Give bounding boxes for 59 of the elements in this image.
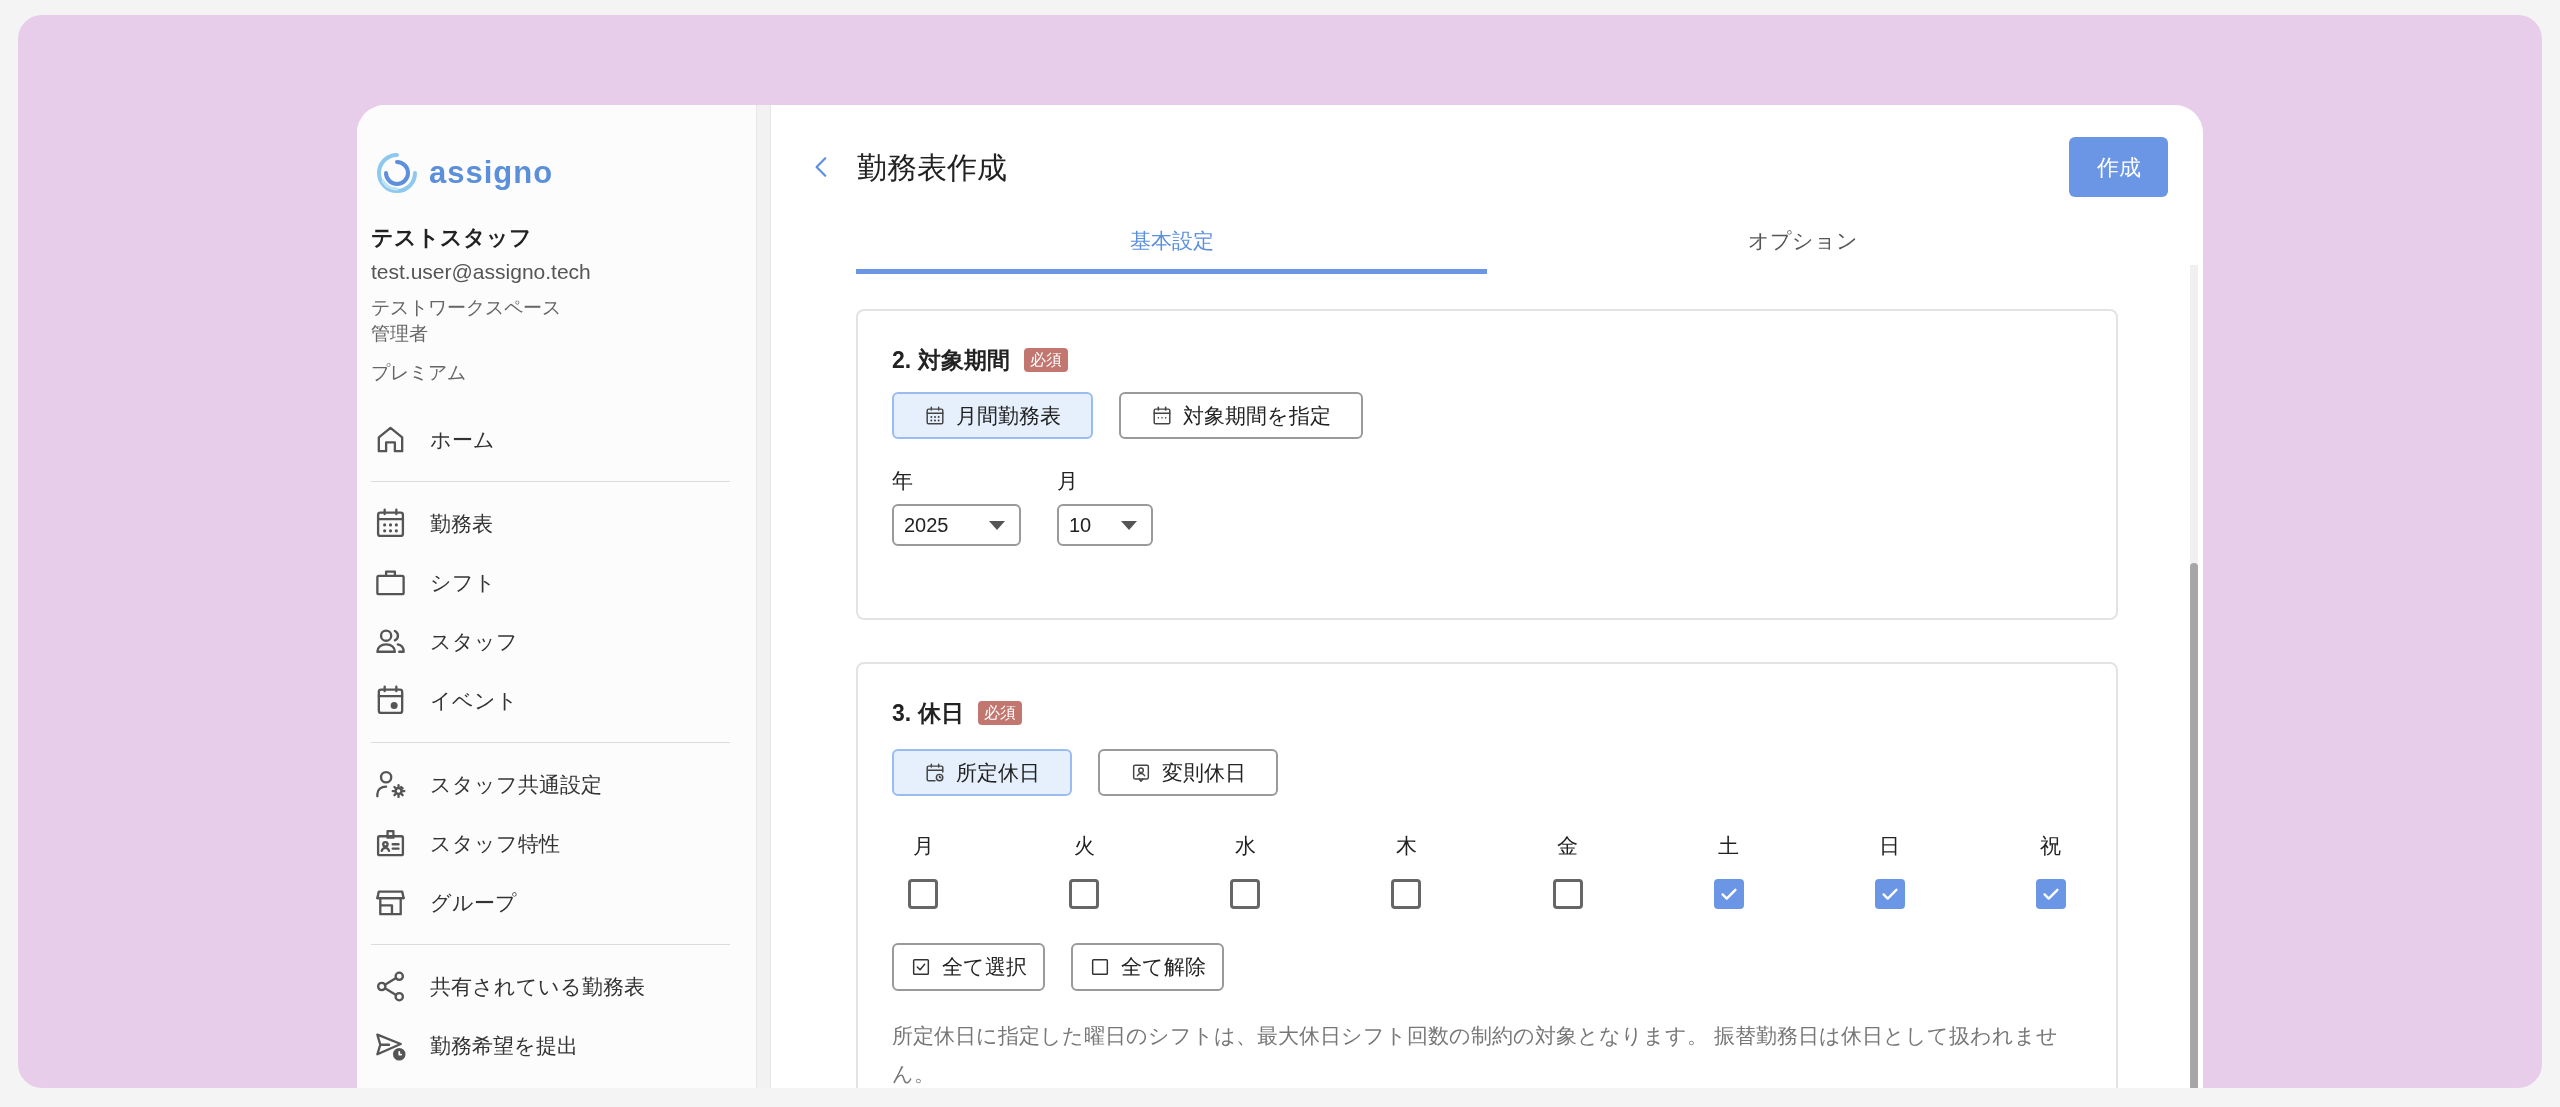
nav-item[interactable]: ホーム xyxy=(371,410,730,469)
user-email: test.user@assigno.tech xyxy=(371,259,592,285)
mode-button[interactable]: 変則休日 xyxy=(1098,749,1278,796)
checkbox[interactable] xyxy=(1069,879,1100,909)
calendar-icon xyxy=(924,404,946,427)
checkbox[interactable] xyxy=(1230,879,1261,909)
select-all-button[interactable]: 全て選択 xyxy=(892,943,1045,991)
nav-item[interactable]: 勤務表 xyxy=(371,494,730,553)
badge-person-icon xyxy=(1130,761,1152,784)
checkbox[interactable] xyxy=(1391,879,1422,909)
calendar-icon xyxy=(1151,404,1173,427)
nav-item[interactable]: 共有されている勤務表 xyxy=(371,957,730,1016)
nav-item[interactable]: シフト xyxy=(371,553,730,612)
nav-item[interactable]: イベント xyxy=(371,671,730,730)
workspace-name: テストワークスペース xyxy=(371,296,562,320)
nav-item[interactable]: スタッフ共通設定 xyxy=(371,755,730,814)
empty-box-icon xyxy=(1089,956,1111,978)
checkbox[interactable] xyxy=(1713,879,1744,909)
day-label: 日 xyxy=(1879,834,1901,858)
mode-button[interactable]: 対象期間を指定 xyxy=(1119,392,1363,439)
dropdown[interactable]: 10 xyxy=(1057,504,1153,546)
dropdown[interactable]: 2025 xyxy=(892,504,1021,546)
required-badge: 必須 xyxy=(1023,348,1068,372)
day-label: 金 xyxy=(1557,834,1579,858)
page-title: 勤務表作成 xyxy=(857,149,1008,186)
nav-item[interactable]: スタッフ特性 xyxy=(371,814,730,873)
checkbox[interactable] xyxy=(1874,879,1905,909)
field-label: 年 xyxy=(892,469,914,493)
day-label: 火 xyxy=(1073,834,1095,858)
section-title: 2. 対象期間 xyxy=(892,345,1010,375)
user-role: 管理者 xyxy=(371,322,429,346)
calendar-clock-icon xyxy=(924,761,946,784)
scrollbar-thumb[interactable] xyxy=(2190,563,2198,1088)
tab[interactable]: オプション xyxy=(1487,212,2118,274)
clear-all-button[interactable]: 全て解除 xyxy=(1071,943,1224,991)
day-label: 祝 xyxy=(2040,834,2062,858)
section-title: 3. 休日 xyxy=(892,698,964,728)
user-name: テストスタッフ xyxy=(371,224,533,252)
required-badge: 必須 xyxy=(977,701,1022,725)
caret-icon xyxy=(1121,520,1137,530)
day-label: 水 xyxy=(1234,834,1256,858)
nav-item[interactable]: グループ xyxy=(371,873,730,932)
mode-button[interactable]: 所定休日 xyxy=(892,749,1072,796)
plan-name: プレミアム xyxy=(371,361,467,385)
day-label: 土 xyxy=(1718,834,1740,858)
day-label: 木 xyxy=(1395,834,1417,858)
field-label: 月 xyxy=(1057,469,1079,493)
help-text: 所定休日に指定した曜日のシフトは、最大休日シフト回数の制約の対象となります。 振替勤務日は休日として扱われません。 xyxy=(892,1023,2059,1087)
nav-item[interactable]: 勤務希望を提出 xyxy=(371,1016,730,1075)
checked-box-icon xyxy=(910,956,932,978)
caret-icon xyxy=(989,520,1005,530)
logo-text: assigno xyxy=(429,154,554,192)
checkbox[interactable] xyxy=(1552,879,1583,909)
checkbox[interactable] xyxy=(908,879,938,909)
day-label: 月 xyxy=(912,834,934,858)
mode-button[interactable]: 月間勤務表 xyxy=(892,392,1093,439)
checkbox[interactable] xyxy=(2036,879,2066,909)
nav-item[interactable]: スタッフ xyxy=(371,612,730,671)
logo-icon xyxy=(375,151,419,195)
